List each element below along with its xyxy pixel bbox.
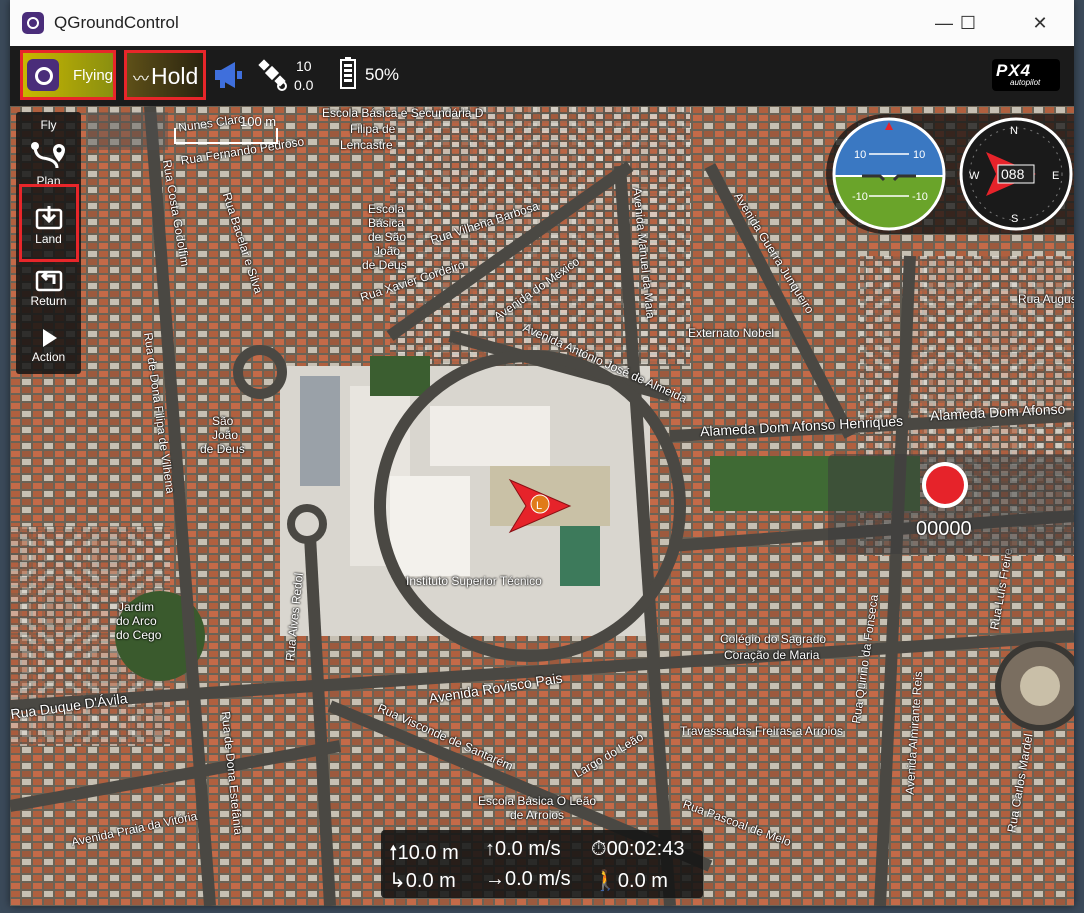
- qgc-window: QGroundControl — ☐ ✕ Flying 〰 Hold 10 0.…: [10, 0, 1074, 906]
- tool-fly-label: Fly: [40, 118, 57, 132]
- tool-return-label: Return: [30, 294, 67, 308]
- altitude-value: 🠕10.0 m: [389, 842, 459, 864]
- altitude-icon: 🠕: [389, 842, 398, 864]
- pitch-mark: -10: [912, 191, 928, 203]
- action-icon: [42, 329, 57, 347]
- land-icon: [35, 206, 62, 230]
- battery-percentage: 50%: [365, 65, 400, 84]
- ground-speed-value: →0.0 m/s: [485, 868, 571, 890]
- pitch-mark: 10: [913, 149, 925, 161]
- flight-mode-icon: 〰: [133, 71, 150, 88]
- map-label: de Arroios: [510, 808, 565, 822]
- tool-return[interactable]: Return: [16, 264, 81, 308]
- distance-home-value: ↳0.0 m: [389, 870, 456, 892]
- distance-gcs-value: 🚶0.0 m: [593, 870, 668, 892]
- vertical-speed-icon: ↑: [485, 838, 495, 860]
- map-label: Coração de Maria: [724, 648, 820, 662]
- map-label: Escola Básica O Leão: [478, 794, 597, 808]
- map-zoom-controls[interactable]: [88, 112, 168, 150]
- vertical-speed-value: ↑0.0 m/s: [485, 838, 561, 860]
- tool-action[interactable]: Action: [16, 326, 81, 364]
- close-button[interactable]: ✕: [1018, 8, 1062, 38]
- tool-land-label: Land: [35, 232, 62, 246]
- tool-plan[interactable]: Plan: [16, 140, 81, 188]
- map-label: de Deus: [200, 442, 245, 456]
- map-label: Lencastre: [340, 138, 393, 152]
- gps-hdop-value: 0.0: [294, 77, 314, 93]
- plan-toolstrip: Fly Plan Land Return Action: [16, 112, 81, 374]
- home-marker-label: L: [536, 500, 542, 512]
- map-label: Filipa de: [350, 122, 396, 136]
- qgc-app-icon: [22, 12, 44, 34]
- telemetry-panel: 🠕10.0 m ↑0.0 m/s ⏱00:02:43 ↳0.0 m →0.0 m…: [381, 830, 703, 898]
- map-label: Externato Nobel: [688, 326, 775, 340]
- pitch-mark: 10: [854, 149, 866, 161]
- map-label: Travessa das Freiras a Arroios: [680, 724, 843, 738]
- record-timer: 00000: [916, 518, 972, 540]
- px4-logo: PX4 autopilot: [992, 59, 1060, 91]
- instrument-gauges: 10 10 -10 -10 N E S W 088: [832, 117, 1073, 231]
- map-label: Escola Básica e Secundária D: [322, 106, 484, 120]
- compass-heading: 088: [1001, 166, 1025, 182]
- pitch-mark: -10: [852, 191, 868, 203]
- compass-cardinal-s: S: [1011, 213, 1018, 225]
- compass-cardinal-w: W: [969, 170, 980, 182]
- flight-mode-label: Hold: [151, 63, 199, 89]
- tool-land[interactable]: Land: [16, 202, 81, 246]
- megaphone-icon[interactable]: [212, 58, 246, 92]
- main-toolbar: Flying 〰 Hold 10 0.0 50% PX4 autopilot: [10, 46, 1074, 106]
- map-label: de São: [368, 230, 407, 244]
- plan-icon: [30, 142, 65, 169]
- map-label: Básica: [368, 216, 405, 230]
- tool-fly[interactable]: Fly: [16, 118, 81, 132]
- map-label: do Cego: [116, 628, 162, 642]
- compass-cardinal-e: E: [1052, 170, 1059, 182]
- map-label: João: [374, 244, 401, 258]
- map-label: Escola: [368, 202, 405, 216]
- map-label: Colégio do Sagrado: [720, 632, 827, 646]
- flight-mode-selector[interactable]: 〰 Hold: [124, 50, 206, 100]
- map-label: São: [212, 414, 234, 428]
- title-bar: QGroundControl — ☐ ✕: [10, 0, 1074, 46]
- qgc-logo-icon: [27, 59, 59, 91]
- flight-state-label: Flying: [73, 67, 114, 84]
- map-label: Jardim: [118, 600, 155, 614]
- vehicle-marker[interactable]: L: [508, 474, 588, 538]
- flight-state-indicator[interactable]: Flying: [20, 50, 116, 100]
- map-label: Rua Augusto: [1018, 292, 1074, 306]
- compass-cardinal-n: N: [1010, 125, 1018, 137]
- maximize-button[interactable]: ☐: [946, 8, 990, 38]
- record-button[interactable]: [922, 462, 968, 508]
- stopwatch-icon: ⏱: [591, 838, 607, 860]
- battery-icon[interactable]: [340, 57, 356, 89]
- home-distance-icon: ↳: [389, 870, 406, 892]
- window-title: QGroundControl: [54, 13, 179, 32]
- tool-action-label: Action: [31, 350, 66, 364]
- map-scale-label: 100 m: [240, 114, 277, 129]
- map-label: João: [212, 428, 239, 442]
- gps-satellite-icon[interactable]: [258, 58, 288, 92]
- map-label: Instituto Superior Técnico: [406, 574, 542, 588]
- map-label: de Deus: [362, 258, 407, 272]
- gps-satellite-count: 10: [296, 58, 312, 74]
- map-view[interactable]: Nunes Claro Rua Fernando Pedroso Escola …: [10, 106, 1074, 906]
- map-scale-bar: [174, 128, 278, 144]
- map-label: do Arco: [116, 614, 157, 628]
- flight-time-value: ⏱00:02:43: [591, 838, 685, 860]
- instrument-panel[interactable]: 10 10 -10 -10 N E S W 088: [826, 114, 1074, 234]
- person-icon: 🚶: [593, 870, 618, 892]
- camera-panel: 00000: [828, 454, 1074, 554]
- return-icon: [35, 270, 62, 292]
- ground-speed-icon: →: [485, 868, 505, 890]
